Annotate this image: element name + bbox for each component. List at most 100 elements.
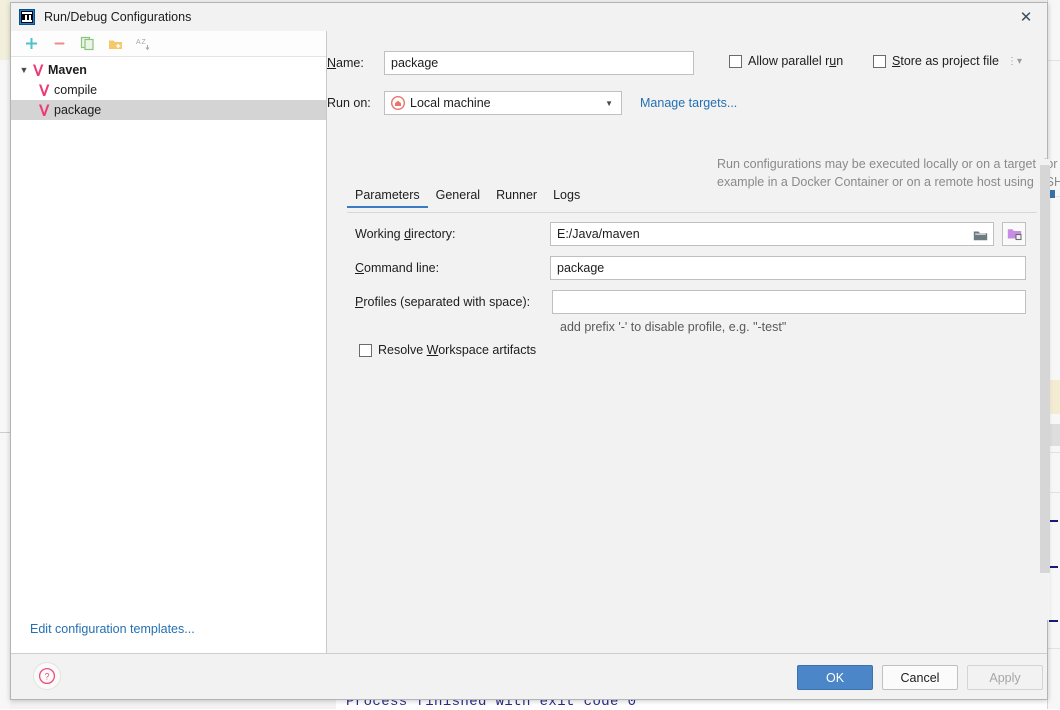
editor-minimap-mark-2 [1049,566,1058,568]
resolve-workspace-artifacts-label: Resolve Workspace artifacts [378,343,537,357]
profiles-label: Profiles (separated with space): [355,295,531,309]
copy-icon [80,36,94,51]
profiles-row: Profiles (separated with space): [355,290,1026,314]
working-directory-value: E:/Java/maven [557,227,640,241]
working-directory-input[interactable]: E:/Java/maven [550,222,994,246]
configurations-left-panel: A Z ▼ Maven compile package Edit configu… [11,31,327,656]
configuration-tabs: Parameters General Runner Logs [347,185,588,208]
tab-runner[interactable]: Runner [488,185,545,208]
tree-item-label: package [54,103,102,117]
folder-add-icon [108,40,122,49]
manage-targets-link[interactable]: Manage targets... [640,96,737,110]
tab-label: General [435,188,481,202]
help-button[interactable]: ? [33,662,61,690]
store-as-project-file-row: Store as project file ⋮▾ [873,54,1022,68]
maven-icon [39,84,50,96]
editor-gutter-highlight [0,0,10,60]
local-machine-home-icon [391,96,405,110]
working-directory-row: Working directory: E:/Java/maven [355,222,1026,246]
configurations-tree: ▼ Maven compile package [11,57,326,120]
tab-general[interactable]: General [428,185,488,208]
cancel-button-label: Cancel [900,670,940,685]
tree-item-maven[interactable]: ▼ Maven [11,60,326,80]
new-folder-button[interactable] [103,33,127,54]
edit-configuration-templates-link[interactable]: Edit configuration templates... [30,622,195,636]
svg-text:A: A [136,39,141,46]
allow-parallel-run-row: Allow parallel run [729,54,843,68]
configurations-toolbar: A Z [11,31,326,57]
insert-macro-folder-icon [1007,229,1021,241]
sort-configurations-button[interactable]: A Z [131,33,155,54]
run-on-combobox[interactable]: Local machine ▼ [384,91,622,115]
profiles-input[interactable] [552,290,1026,314]
close-icon[interactable]: ✕ [1011,5,1041,29]
allow-parallel-run-label: Allow parallel run [748,54,844,68]
run-on-value: Local machine [410,96,491,110]
parameters-tab-panel: Working directory: E:/Java/maven Command… [347,212,1037,621]
chevron-down-icon[interactable]: ▼ [17,65,31,75]
command-line-row: Command line: package [355,256,1026,280]
tree-item-label: compile [54,83,98,97]
store-as-project-file-label: Store as project file [892,54,1000,68]
checkbox-box[interactable] [873,54,886,68]
editor-panel-scrollbar-thumb[interactable] [1040,165,1050,573]
name-label: Name: [327,56,364,70]
ok-button[interactable]: OK [797,665,873,690]
dialog-titlebar: Run/Debug Configurations ✕ [11,3,1047,32]
add-configuration-button[interactable] [19,33,43,54]
copy-configuration-button[interactable] [75,33,99,54]
checkbox-box[interactable] [729,54,742,68]
maven-icon [39,104,50,116]
svg-text:?: ? [44,671,49,681]
run-on-row: Run on: Local machine ▼ Manage targets..… [327,91,737,115]
name-input-value: package [391,56,439,70]
dialog-title: Run/Debug Configurations [44,10,192,24]
helper-text-line-1: Run configurations may be executed local… [717,157,1058,171]
svg-text:Z: Z [141,39,146,46]
command-line-input[interactable]: package [550,256,1026,280]
tab-logs[interactable]: Logs [545,185,588,208]
allow-parallel-run-checkbox[interactable]: Allow parallel run [729,54,843,68]
sort-alphabetically-icon: A Z [136,39,149,50]
run-on-helper-text: Run configurations may be executed local… [717,155,1060,191]
tab-label: Logs [553,188,581,202]
tab-parameters[interactable]: Parameters [347,185,428,208]
maven-icon [33,64,44,76]
store-as-project-file-checkbox[interactable]: Store as project file [873,54,999,68]
command-line-label: Command line: [355,261,440,275]
editor-minimap-mark-3 [1049,620,1058,622]
insert-macro-button[interactable] [1002,222,1026,246]
intellij-idea-icon [19,9,35,25]
more-options-icon[interactable]: ⋮▾ [1007,56,1022,67]
cancel-button[interactable]: Cancel [882,665,958,690]
run-on-label: Run on: [327,96,371,110]
help-icon: ? [38,667,56,685]
editor-right-divider-5 [1047,648,1060,649]
minus-icon [54,42,64,45]
resolve-workspace-artifacts-row: Resolve Workspace artifacts [359,343,536,357]
helper-text-line-2: example in a Docker Container or on a re… [717,175,1060,189]
tree-item-package[interactable]: package [11,100,326,120]
apply-button-label: Apply [989,670,1021,685]
folder-icon [973,231,987,240]
tab-label: Runner [496,188,538,202]
ok-button-label: OK [825,670,845,685]
checkbox-box[interactable] [359,343,372,357]
plus-icon [25,38,37,49]
editor-left-divider [0,432,10,433]
profiles-hint: add prefix '-' to disable profile, e.g. … [560,320,787,334]
editor-minimap-mark-1 [1049,520,1058,522]
chevron-down-icon[interactable]: ▼ [605,99,617,108]
resolve-workspace-artifacts-checkbox[interactable]: Resolve Workspace artifacts [359,343,536,357]
name-input[interactable]: package [384,51,694,75]
tab-label: Parameters [355,188,420,202]
command-line-value: package [557,261,605,275]
tree-item-compile[interactable]: compile [11,80,326,100]
apply-button: Apply [967,665,1043,690]
browse-folder-icon[interactable] [971,226,989,244]
name-row: Name: package [327,51,694,75]
tree-item-label: Maven [48,63,87,77]
run-debug-configurations-dialog: Run/Debug Configurations ✕ A Z ▼ Maven c… [10,2,1060,700]
dialog-footer: ? OK Cancel Apply [11,653,1047,699]
remove-configuration-button[interactable] [47,33,71,54]
